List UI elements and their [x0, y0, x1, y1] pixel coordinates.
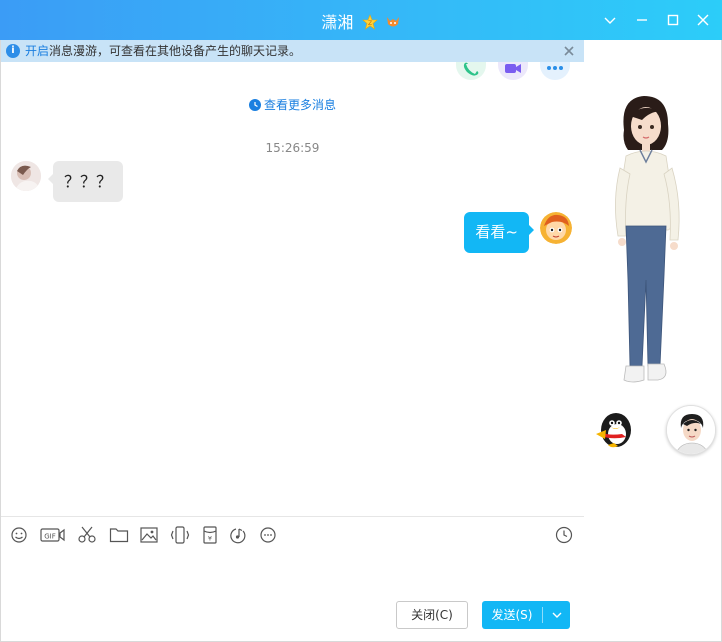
scissors-icon[interactable]	[77, 526, 97, 544]
message-bubble-received[interactable]: ？？？	[47, 161, 124, 202]
svg-text:GIF: GIF	[44, 533, 56, 541]
close-button[interactable]: 关闭(C)	[396, 601, 468, 629]
more-icon[interactable]	[258, 526, 278, 544]
history-clock-icon[interactable]	[554, 526, 574, 544]
send-button[interactable]: 发送(S)	[482, 601, 570, 629]
side-pane	[584, 40, 722, 642]
input-toolbar: GIF ¥	[1, 516, 584, 552]
send-options-chevron-icon[interactable]	[544, 601, 570, 629]
more-actions-button[interactable]	[540, 62, 570, 80]
red-packet-icon[interactable]: ¥	[200, 526, 220, 544]
view-more-messages-link[interactable]: 查看更多消息	[1, 96, 584, 113]
contact-name: 潇湘	[321, 13, 354, 32]
image-icon[interactable]	[139, 526, 159, 544]
notice-text: 消息漫游，可查看在其他设备产生的聊天记录。	[49, 44, 302, 58]
minimize-icon[interactable]	[632, 10, 652, 30]
emoji-icon[interactable]	[9, 526, 29, 544]
svg-text:Z: Z	[367, 20, 371, 27]
svg-text:¥: ¥	[208, 535, 212, 543]
video-call-button[interactable]	[498, 62, 528, 80]
roaming-notice-bar: i 开启消息漫游，可查看在其他设备产生的聊天记录。	[1, 40, 584, 62]
gif-icon[interactable]: GIF	[40, 526, 65, 544]
notice-close-icon[interactable]	[562, 44, 576, 58]
send-button-label[interactable]: 发送(S)	[482, 601, 542, 629]
clock-icon	[248, 99, 261, 111]
qq-show-character-image[interactable]	[602, 90, 692, 400]
fox-badge-icon[interactable]	[385, 14, 401, 30]
star-badge-icon[interactable]: Z	[361, 14, 378, 30]
chat-pane: i 开启消息漫游，可查看在其他设备产生的聊天记录。 查看更多消息 15:26:5…	[0, 40, 584, 642]
qq-penguin-logo[interactable]	[592, 406, 636, 450]
friend-avatar[interactable]	[666, 405, 716, 455]
send-button-divider	[542, 607, 543, 623]
info-icon: i	[6, 44, 20, 58]
music-icon[interactable]	[228, 526, 248, 544]
close-icon[interactable]	[693, 10, 713, 30]
maximize-icon[interactable]	[663, 10, 683, 30]
my-avatar[interactable]	[540, 212, 572, 244]
folder-icon[interactable]	[109, 526, 129, 544]
message-input[interactable]	[1, 552, 584, 598]
message-timestamp: 15:26:59	[265, 141, 320, 155]
shake-icon[interactable]	[170, 526, 190, 544]
chevron-down-icon[interactable]	[600, 10, 620, 30]
message-bubble-sent[interactable]: 看看~	[464, 212, 534, 253]
contact-avatar[interactable]	[11, 161, 41, 191]
voice-call-button[interactable]	[456, 62, 486, 80]
title-bar[interactable]: 潇湘 Z	[0, 0, 722, 40]
enable-roaming-link[interactable]: 开启	[25, 44, 49, 58]
